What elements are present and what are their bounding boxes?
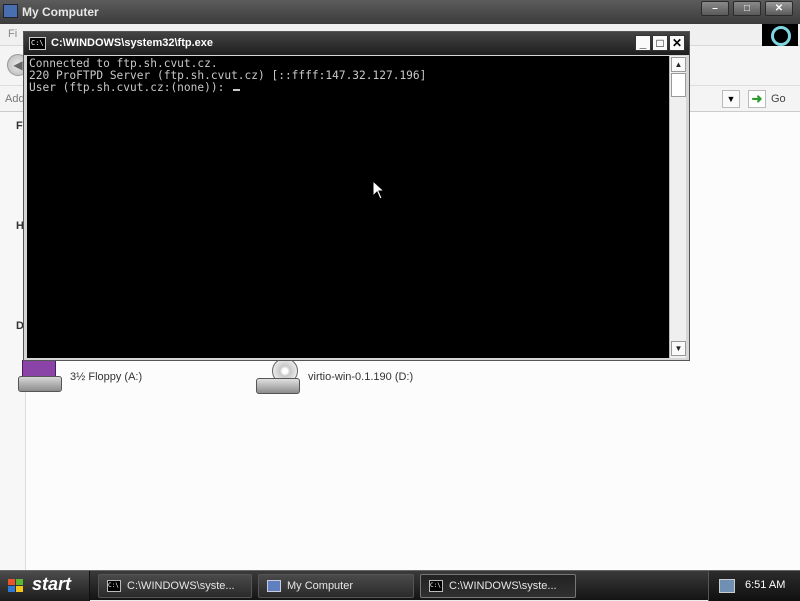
explorer-maximize-button[interactable]: □ — [733, 1, 761, 16]
console-icon: C:\ — [107, 580, 121, 592]
explorer-minimize-button[interactable]: – — [701, 1, 729, 16]
console-scrollbar[interactable]: ▲ ▼ — [669, 56, 686, 358]
explorer-title: My Computer — [22, 5, 99, 19]
console-maximize-button[interactable]: □ — [652, 35, 668, 51]
windows-logo-icon — [762, 24, 798, 46]
drive-floppy[interactable]: 3½ Floppy (A:) — [18, 358, 142, 396]
floppy-drive-icon — [18, 358, 64, 396]
start-label: start — [32, 574, 72, 594]
scrollbar-thumb[interactable] — [671, 73, 686, 97]
console-icon: C:\ — [29, 37, 46, 50]
drive-label: 3½ Floppy (A:) — [70, 371, 143, 383]
taskbar-item-label: C:\WINDOWS\syste... — [127, 580, 235, 592]
taskbar-item-console-1[interactable]: C:\ C:\WINDOWS\syste... — [98, 574, 252, 598]
start-button[interactable]: start — [0, 571, 90, 601]
explorer-titlebar[interactable]: My Computer – □ ✕ — [0, 0, 800, 24]
chevron-down-icon[interactable]: ▼ — [722, 90, 740, 108]
go-button[interactable]: Go — [771, 93, 786, 105]
go-arrow-icon[interactable]: ➜ — [748, 90, 766, 108]
taskbar: start C:\ C:\WINDOWS\syste... My Compute… — [0, 570, 800, 601]
ftp-console-window: C:\ C:\WINDOWS\system32\ftp.exe _ □ ✕ Co… — [23, 31, 690, 361]
clock[interactable]: 6:51 AM — [745, 579, 785, 591]
scroll-down-arrow-icon[interactable]: ▼ — [671, 341, 686, 356]
taskbar-item-label: My Computer — [287, 580, 354, 592]
taskbar-item-console-2[interactable]: C:\ C:\WINDOWS\syste... — [420, 574, 576, 598]
computer-icon — [3, 4, 18, 18]
console-prompt: User (ftp.sh.cvut.cz:(none)): — [29, 81, 232, 94]
windows-flag-icon — [8, 579, 24, 593]
scroll-up-arrow-icon[interactable]: ▲ — [671, 57, 686, 72]
console-icon: C:\ — [429, 580, 443, 592]
taskbar-item-label: C:\WINDOWS\syste... — [449, 580, 557, 592]
explorer-close-button[interactable]: ✕ — [765, 1, 793, 16]
network-icon[interactable] — [719, 579, 735, 593]
system-tray: 6:51 AM — [708, 571, 800, 601]
console-close-button[interactable]: ✕ — [669, 35, 685, 51]
console-prompt-line[interactable]: User (ftp.sh.cvut.cz:(none)): — [29, 81, 241, 94]
console-minimize-button[interactable]: _ — [635, 35, 651, 51]
console-output[interactable]: Connected to ftp.sh.cvut.cz. 220 ProFTPD… — [27, 56, 669, 358]
text-cursor — [233, 89, 241, 91]
console-titlebar[interactable]: C:\ C:\WINDOWS\system32\ftp.exe _ □ ✕ — [24, 32, 689, 55]
computer-icon — [267, 580, 281, 592]
taskbar-item-my-computer[interactable]: My Computer — [258, 574, 414, 598]
drive-cd[interactable]: virtio-win-0.1.190 (D:) — [256, 358, 413, 396]
cd-drive-icon — [256, 358, 302, 396]
menu-file[interactable]: Fi — [8, 28, 17, 40]
drive-label: virtio-win-0.1.190 (D:) — [308, 371, 414, 383]
task-pane-heading[interactable]: F — [16, 120, 23, 132]
console-title: C:\WINDOWS\system32\ftp.exe — [51, 37, 213, 49]
